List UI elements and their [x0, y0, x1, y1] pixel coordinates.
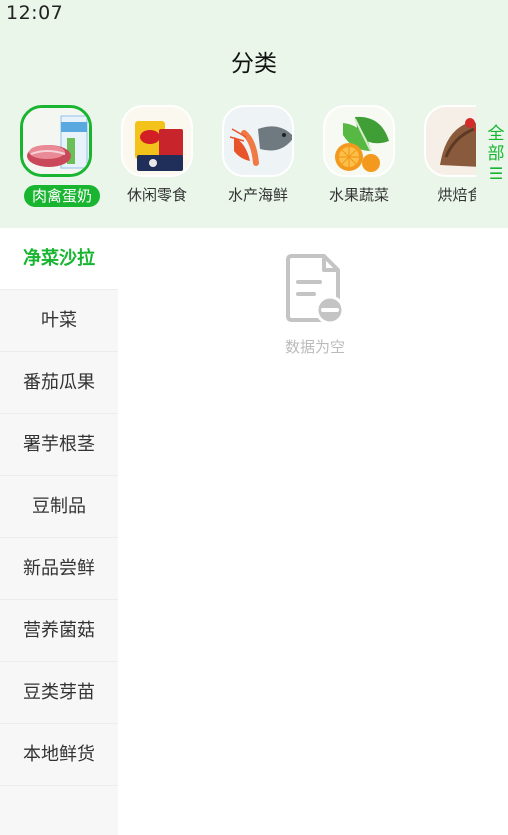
sidebar-item-tofu[interactable]: 豆制品 [0, 476, 118, 538]
bakery-thumbnail [424, 105, 476, 177]
category-item-seafood[interactable]: 水产海鲜 [210, 100, 306, 215]
snacks-thumbnail [121, 105, 193, 177]
sidebar-item-tomato-melon[interactable]: 番茄瓜果 [0, 352, 118, 414]
category-item-fruit-veg[interactable]: 水果蔬菜 [311, 100, 407, 215]
sidebar: 净菜沙拉 叶菜 番茄瓜果 署芋根茎 豆制品 新品尝鲜 营养菌菇 豆类芽苗 本地鲜… [0, 228, 118, 835]
category-label: 肉禽蛋奶 [24, 185, 100, 207]
fruit-veg-thumbnail [323, 105, 395, 177]
sidebar-item-sprouts[interactable]: 豆类芽苗 [0, 662, 118, 724]
sidebar-item-local-fresh[interactable]: 本地鲜货 [0, 724, 118, 786]
category-carousel[interactable]: 肉禽蛋奶 休闲零食 水产海鲜 水果蔬菜 烘焙食 [0, 100, 476, 220]
list-icon: ☰ [488, 164, 504, 183]
header: 12:07 分类 肉禽蛋奶 休闲零食 水产海鲜 水果蔬菜 烘焙食 全 部 ☰ [0, 0, 508, 228]
all-label-line2: 部 [487, 144, 505, 164]
sidebar-item-salad[interactable]: 净菜沙拉 [0, 228, 118, 290]
page-title: 分类 [231, 51, 277, 77]
product-list-area: 数据为空 [118, 228, 508, 835]
category-label: 休闲零食 [126, 186, 187, 204]
sidebar-item-mushrooms[interactable]: 营养菌菇 [0, 600, 118, 662]
meat-dairy-thumbnail [20, 105, 92, 177]
all-label-line1: 全 [487, 124, 505, 144]
category-item-snacks[interactable]: 休闲零食 [109, 100, 205, 215]
seafood-thumbnail [222, 105, 294, 177]
category-label: 水产海鲜 [227, 186, 288, 204]
sidebar-item-new-arrivals[interactable]: 新品尝鲜 [0, 538, 118, 600]
sidebar-item-leafy-greens[interactable]: 叶菜 [0, 290, 118, 352]
empty-state-text: 数据为空 [284, 338, 345, 356]
category-item-meat-dairy[interactable]: 肉禽蛋奶 [8, 100, 104, 215]
all-categories-button[interactable]: 全 部 ☰ [484, 124, 508, 184]
sidebar-item-root-veg[interactable]: 署芋根茎 [0, 414, 118, 476]
category-label: 烘焙食 [437, 186, 476, 204]
status-bar-time: 12:07 [6, 2, 64, 24]
category-label: 水果蔬菜 [328, 186, 389, 204]
empty-document-icon [284, 252, 346, 330]
category-item-bakery[interactable]: 烘焙食 [412, 100, 476, 215]
